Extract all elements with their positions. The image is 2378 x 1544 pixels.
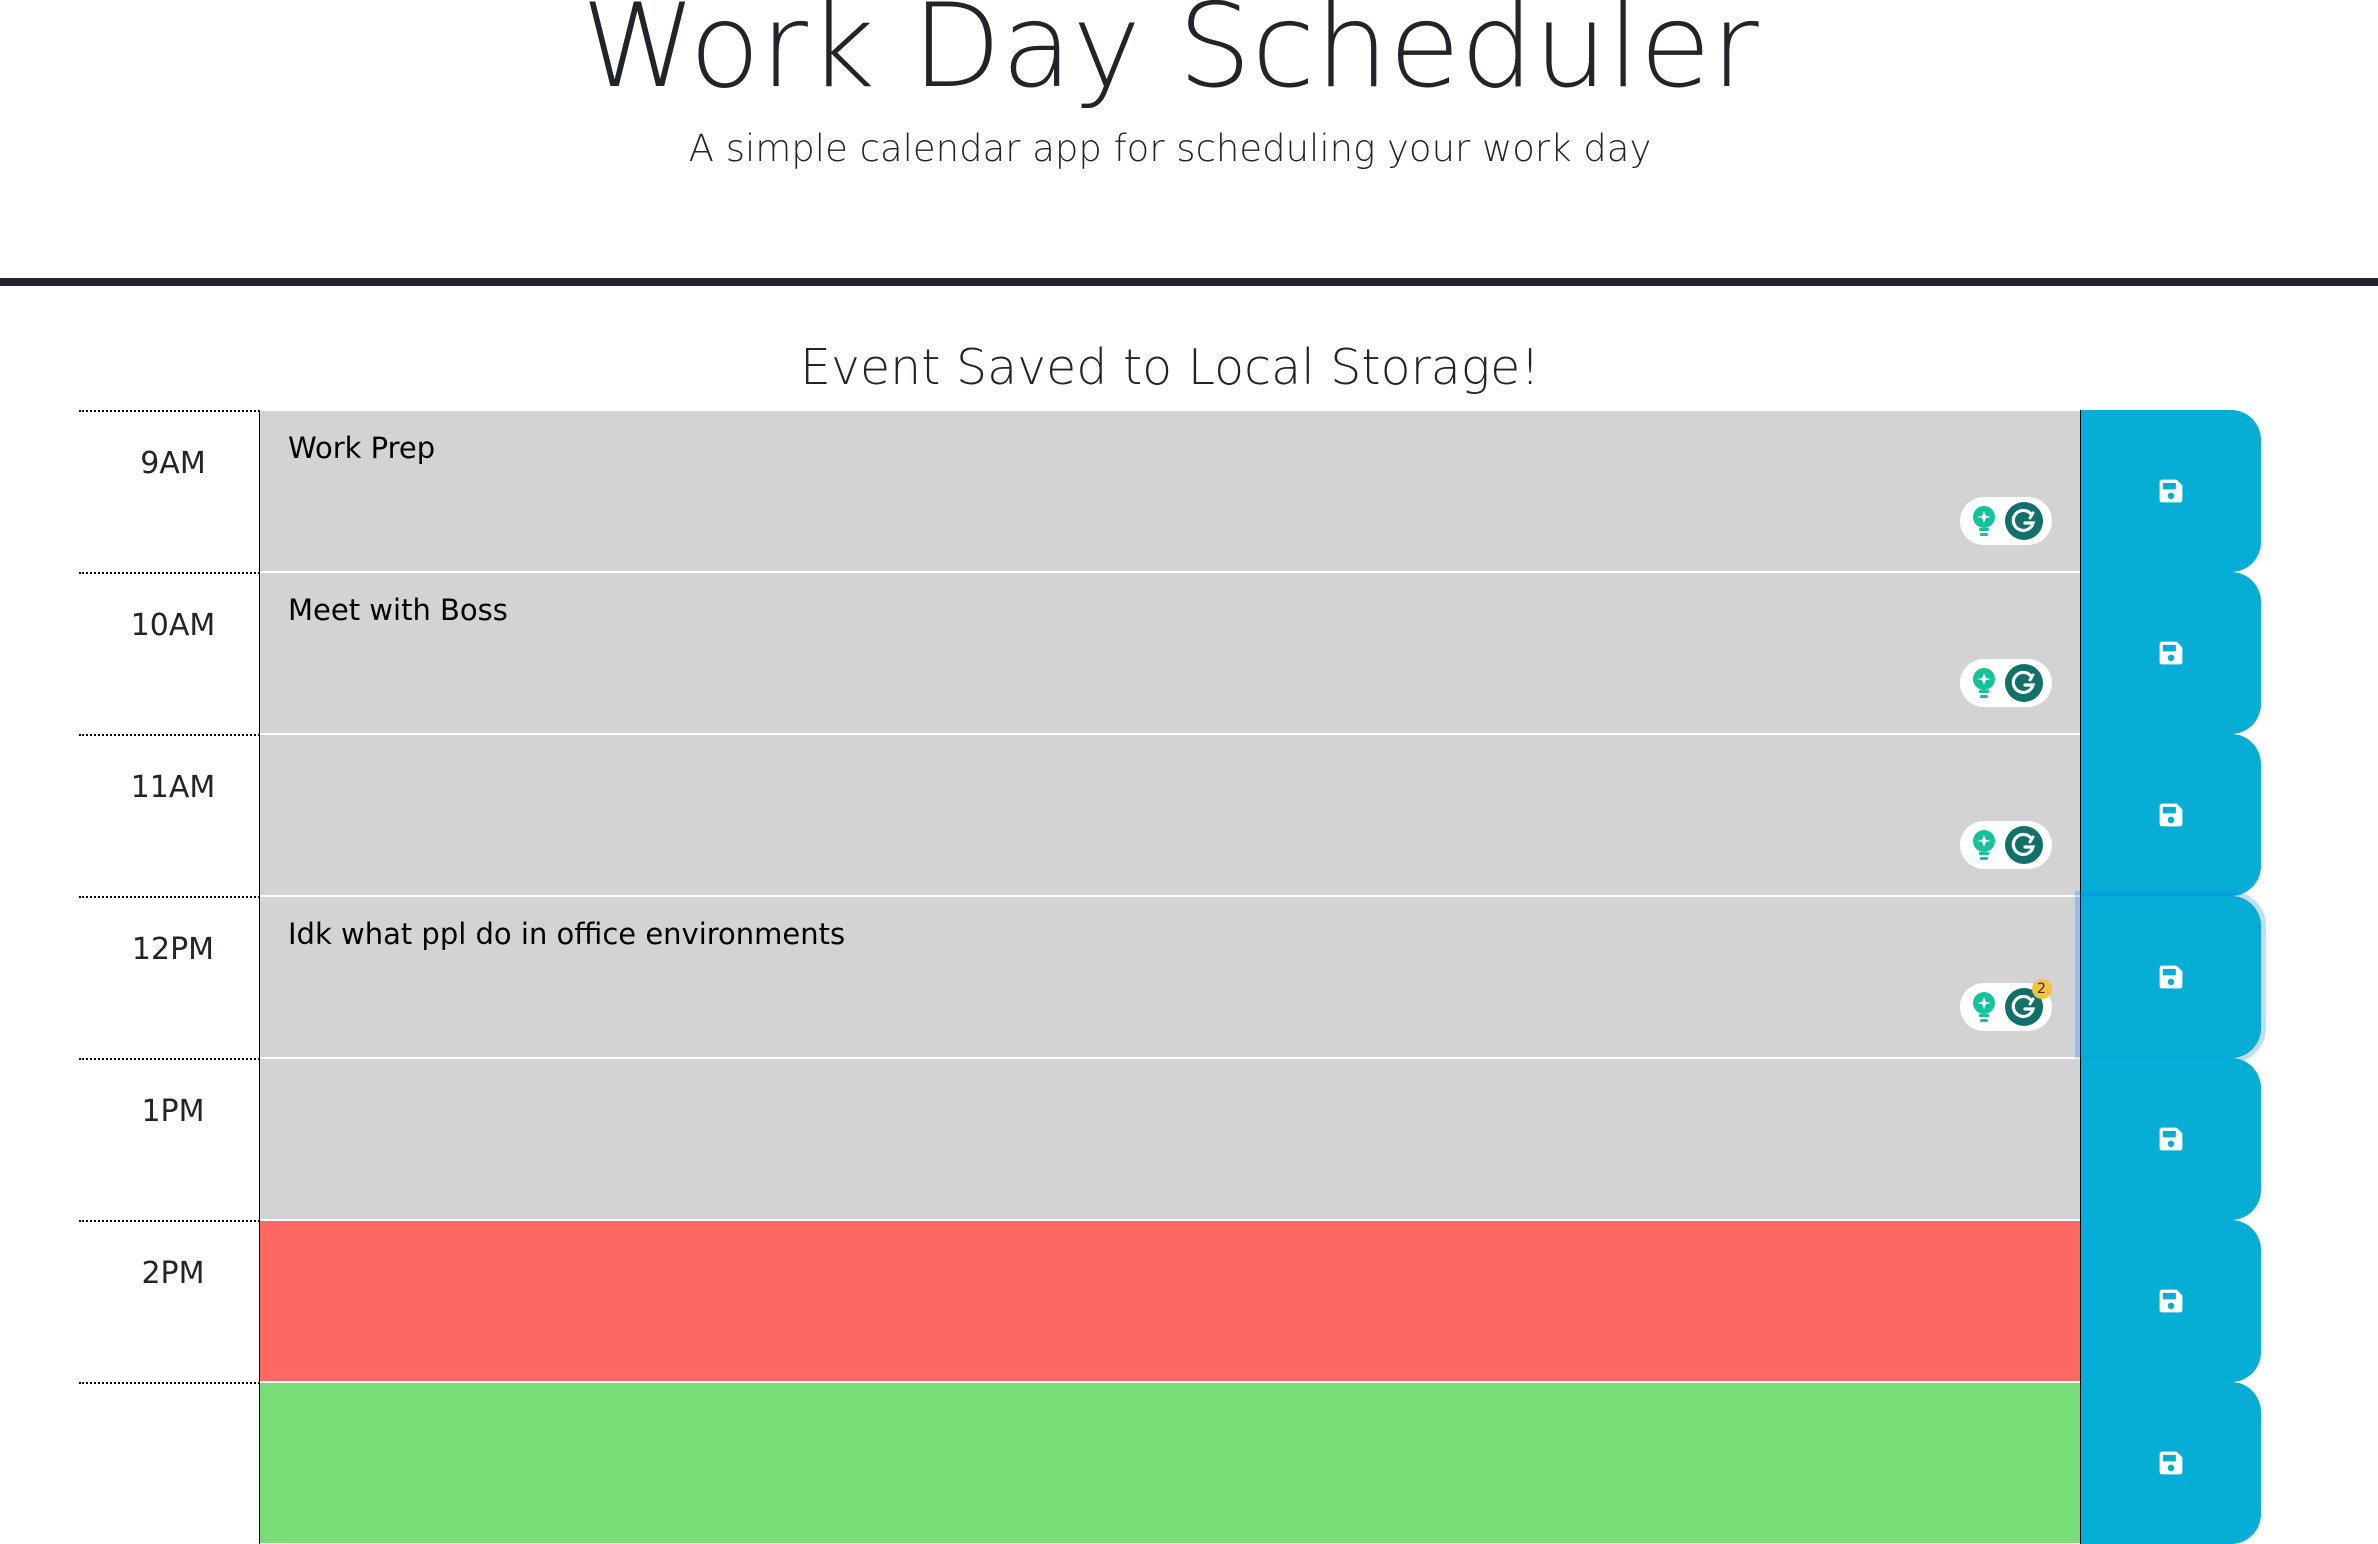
lightbulb-icon[interactable] [1969, 990, 1999, 1024]
event-description-textarea[interactable]: Work Prep [260, 410, 2080, 572]
page-title: Work Day Scheduler [581, 0, 1759, 114]
event-description-textarea[interactable] [260, 1058, 2080, 1220]
time-block-row-2pm: 2PM [79, 1220, 2263, 1382]
grammarly-button[interactable]: 2 [2004, 979, 2052, 1027]
hour-label [79, 1382, 260, 1544]
time-block-row-1pm: 1PM [79, 1058, 2263, 1220]
floppy-disk-icon [2159, 965, 2183, 989]
floppy-disk-icon [2159, 641, 2183, 665]
save-button[interactable] [2080, 1220, 2261, 1382]
lightbulb-icon[interactable] [1969, 828, 1999, 862]
time-block-row-10am: 10AM Meet with Boss [79, 572, 2263, 734]
time-block-row-9am: 9AM Work Prep [79, 410, 2263, 572]
event-description-textarea[interactable]: Meet with Boss [260, 572, 2080, 734]
event-description-textarea[interactable] [260, 734, 2080, 896]
event-description-textarea[interactable] [260, 1382, 2080, 1544]
save-button[interactable] [2080, 572, 2261, 734]
schedule-container: 9AM Work Prep 10AM Meet with Boss 11AM 1… [79, 410, 2266, 1544]
grammarly-button[interactable] [2004, 501, 2044, 541]
hour-label: 11AM [79, 734, 260, 896]
grammarly-widget[interactable]: 2 [1960, 979, 2052, 1031]
hour-label: 1PM [79, 1058, 260, 1220]
grammarly-widget[interactable] [1960, 497, 2052, 545]
floppy-disk-icon [2159, 803, 2183, 827]
lightbulb-icon[interactable] [1969, 666, 1999, 700]
page-subtitle: A simple calendar app for scheduling you… [688, 127, 1652, 170]
save-status-message: Event Saved to Local Storage! [800, 339, 1540, 396]
grammarly-issue-count-badge: 2 [2031, 979, 2052, 999]
time-block-row-12pm: 12PM Idk what ppl do in office environme… [79, 891, 2266, 1063]
save-button[interactable] [2080, 1382, 2261, 1544]
floppy-disk-icon [2159, 479, 2183, 503]
hour-label: 2PM [79, 1220, 260, 1382]
event-text: Work Prep [288, 431, 436, 465]
hour-label: 12PM [79, 896, 260, 1058]
time-block-row-next [79, 1382, 2263, 1544]
grammarly-g-icon [2004, 826, 2043, 864]
save-button[interactable] [2080, 734, 2261, 896]
floppy-disk-icon [2159, 1289, 2183, 1313]
grammarly-widget[interactable] [1960, 659, 2052, 707]
grammarly-button[interactable] [2004, 825, 2044, 865]
event-description-textarea[interactable] [260, 1220, 2080, 1382]
hour-label: 10AM [79, 572, 260, 734]
grammarly-g-icon [2004, 664, 2043, 702]
grammarly-widget[interactable] [1960, 821, 2052, 869]
lightbulb-icon[interactable] [1969, 504, 1999, 538]
grammarly-button[interactable] [2004, 663, 2044, 703]
event-description-textarea[interactable]: Idk what ppl do in office environments 2 [260, 896, 2080, 1058]
hour-label: 9AM [79, 410, 260, 572]
floppy-disk-icon [2159, 1451, 2183, 1475]
floppy-disk-icon [2159, 1127, 2183, 1151]
save-button[interactable] [2075, 891, 2266, 1063]
time-block-row-11am: 11AM [79, 734, 2263, 896]
jumbotron-header: Work Day Scheduler A simple calendar app… [0, 0, 2378, 286]
save-button[interactable] [2080, 1058, 2261, 1220]
grammarly-g-icon [2004, 502, 2043, 540]
event-text: Meet with Boss [288, 593, 508, 627]
save-button[interactable] [2080, 410, 2261, 572]
event-text: Idk what ppl do in office environments [288, 917, 846, 951]
